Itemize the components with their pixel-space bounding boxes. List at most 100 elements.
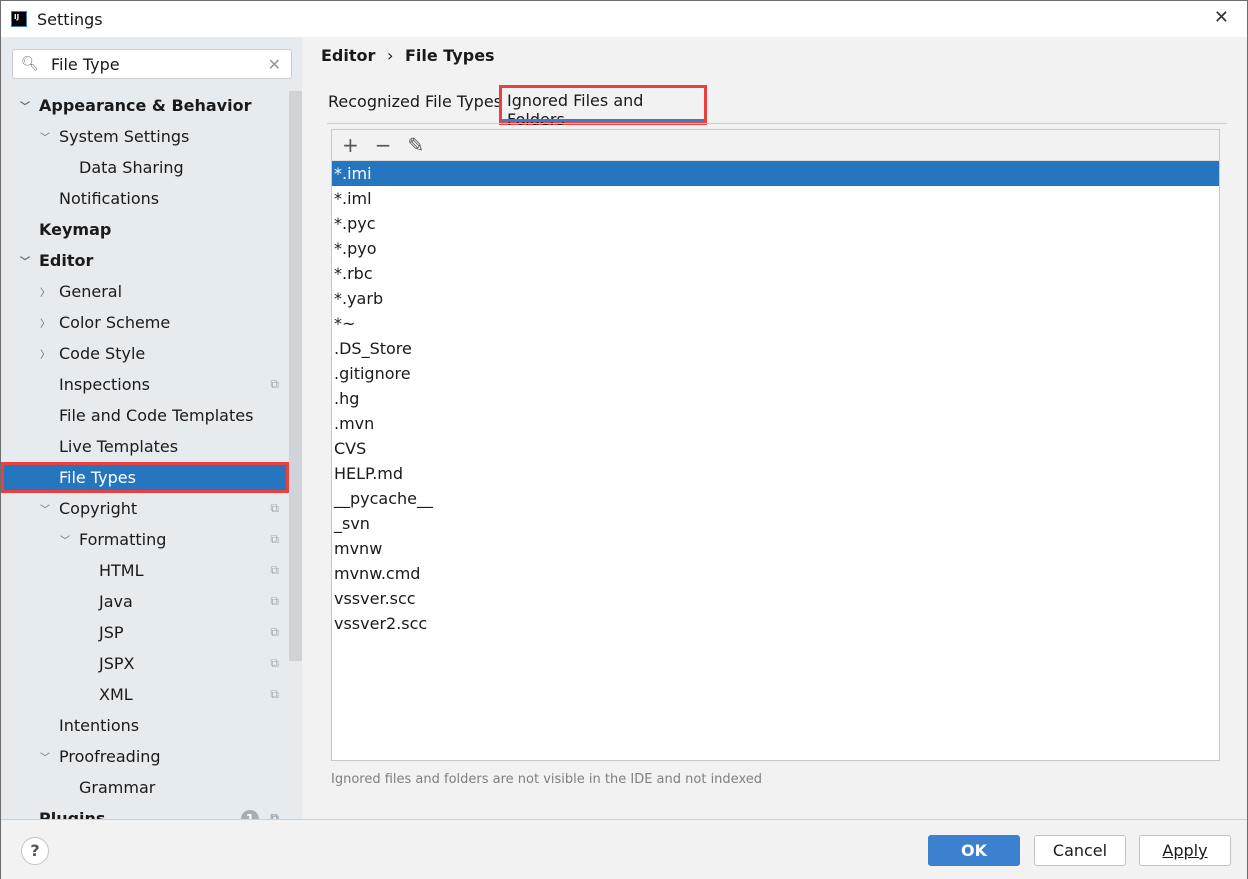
list-item[interactable]: _svn [332,511,1219,536]
list-item[interactable]: *.iml [332,186,1219,211]
ignored-patterns-list: + − ✎ *.imi *.iml *.pyc *.pyo *.rbc *.yarb *~.… [331,129,1220,761]
sidebar-item-label: Proofreading [59,747,161,766]
sidebar-item-live-templates[interactable]: Live Templates [1,431,289,462]
chevron-down-icon[interactable]: ﹀ [20,98,30,113]
sidebar-item-label: Copyright [59,499,138,518]
sidebar-item-editor[interactable]: ﹀ Editor [1,245,289,276]
hint-text: Ignored files and folders are not visibl… [331,772,762,787]
tab-recognized-file-types[interactable]: Recognized File Types [328,92,502,111]
sidebar-item-file-types[interactable]: File Types [1,462,289,493]
sidebar-item-code-style[interactable]: 〉 Code Style [1,338,289,369]
sidebar-item-label: Editor [39,251,94,270]
sidebar-scrollbar[interactable] [289,91,302,661]
intellij-logo-icon: IJ [11,11,27,27]
tab-divider [327,123,1227,124]
close-icon[interactable]: ✕ [1214,7,1229,28]
sidebar-item-formatting[interactable]: ﹀ Formatting ⧉ [1,524,289,555]
cancel-button[interactable]: Cancel [1034,835,1126,866]
chevron-down-icon[interactable]: ﹀ [40,501,50,516]
chevron-down-icon[interactable]: ﹀ [20,253,30,268]
sidebar-item-label: System Settings [59,127,190,146]
edit-icon[interactable]: ✎ [408,133,425,157]
sidebar-item-label: Data Sharing [79,158,184,177]
ok-button[interactable]: OK [928,835,1020,866]
sidebar-item-system-settings[interactable]: ﹀ System Settings [1,121,289,152]
sidebar-item-intentions[interactable]: Intentions [1,710,289,741]
sidebar-item-file-and-code-templates[interactable]: File and Code Templates [1,400,289,431]
sidebar-item-label: JSPX [99,654,135,673]
sidebar-item-jspx[interactable]: JSPX ⧉ [1,648,289,679]
list-item[interactable]: .DS_Store [332,336,1219,361]
list-item[interactable]: CVS [332,436,1219,461]
chevron-right-icon[interactable]: 〉 [40,315,50,330]
project-scope-icon: ⧉ [270,594,279,608]
title-bar: IJ Settings ✕ [1,1,1247,37]
list-item[interactable]: HELP.md [332,461,1219,486]
chevron-right-icon[interactable]: 〉 [40,284,50,299]
sidebar-item-xml[interactable]: XML ⧉ [1,679,289,710]
sidebar-item-label: Code Style [59,344,146,363]
sidebar-item-java[interactable]: Java ⧉ [1,586,289,617]
sidebar-item-label: JSP [99,623,124,642]
sidebar-item-label: Notifications [59,189,160,208]
list-item[interactable]: *.imi [332,161,1219,186]
list-item[interactable]: *~ [332,311,1219,336]
sidebar-item-keymap[interactable]: Keymap [1,214,289,245]
list-item[interactable]: *.rbc [332,261,1219,286]
active-tab-indicator [502,119,704,122]
list-item[interactable]: *.pyc [332,211,1219,236]
project-scope-icon: ⧉ [270,687,279,701]
list-item[interactable]: .gitignore [332,361,1219,386]
list-item[interactable]: vssver.scc [332,586,1219,611]
list-item[interactable]: *.yarb [332,286,1219,311]
sidebar-item-label: Java [99,592,133,611]
project-scope-icon: ⧉ [270,656,279,670]
breadcrumb-editor[interactable]: Editor [321,46,375,65]
project-scope-icon: ⧉ [270,532,279,546]
remove-icon[interactable]: − [375,133,392,157]
sidebar-item-label: Appearance & Behavior [39,96,252,115]
breadcrumb: Editor › File Types [321,46,495,65]
update-count-badge: 1 [241,809,259,819]
sidebar-item-label: HTML [99,561,144,580]
sidebar-item-plugins[interactable]: Plugins 1 ⧉ [1,803,289,819]
chevron-right-icon[interactable]: 〉 [40,346,50,361]
sidebar-item-data-sharing[interactable]: Data Sharing [1,152,289,183]
breadcrumb-separator: › [386,46,394,65]
list-item[interactable]: mvnw [332,536,1219,561]
sidebar-item-general[interactable]: 〉 General [1,276,289,307]
chevron-down-icon[interactable]: ﹀ [40,749,50,764]
list-item[interactable]: .hg [332,386,1219,411]
sidebar-item-copyright[interactable]: ﹀ Copyright ⧉ [1,493,289,524]
clear-search-icon[interactable]: ✕ [268,55,281,74]
sidebar-item-html[interactable]: HTML ⧉ [1,555,289,586]
search-input[interactable]: 🔍︎ File Type ✕ [12,49,292,79]
search-icon: 🔍︎ [21,56,39,72]
search-value[interactable]: File Type [51,55,120,74]
list-item[interactable]: mvnw.cmd [332,561,1219,586]
sidebar-item-jsp[interactable]: JSP ⧉ [1,617,289,648]
list-item[interactable]: __pycache__ [332,486,1219,511]
apply-button[interactable]: Apply [1139,835,1231,866]
window-title: Settings [37,9,103,29]
project-scope-icon: ⧉ [270,501,279,515]
help-button[interactable]: ? [21,837,49,865]
sidebar-item-label: Color Scheme [59,313,171,332]
sidebar-item-notifications[interactable]: Notifications [1,183,289,214]
list-item[interactable]: vssver2.scc [332,611,1219,636]
sidebar-item-label: Formatting [79,530,167,549]
chevron-down-icon[interactable]: ﹀ [40,129,50,144]
sidebar-item-appearance-behavior[interactable]: ﹀ Appearance & Behavior [1,90,289,121]
sidebar-item-proofreading[interactable]: ﹀ Proofreading [1,741,289,772]
project-scope-icon: ⧉ [270,377,279,391]
sidebar-item-grammar[interactable]: Grammar [1,772,289,803]
list-item[interactable]: .mvn [332,411,1219,436]
tab-ignored-files-and-folders[interactable]: Ignored Files and Folders [499,85,707,129]
list-item[interactable]: *.pyo [332,236,1219,261]
sidebar-item-inspections[interactable]: Inspections ⧉ [1,369,289,400]
settings-tree: ﹀ Appearance & Behavior ﹀ System Settings Da… [1,90,289,819]
sidebar-item-color-scheme[interactable]: 〉 Color Scheme [1,307,289,338]
add-icon[interactable]: + [342,133,359,157]
chevron-down-icon[interactable]: ﹀ [60,532,70,547]
sidebar-item-label: General [59,282,123,301]
